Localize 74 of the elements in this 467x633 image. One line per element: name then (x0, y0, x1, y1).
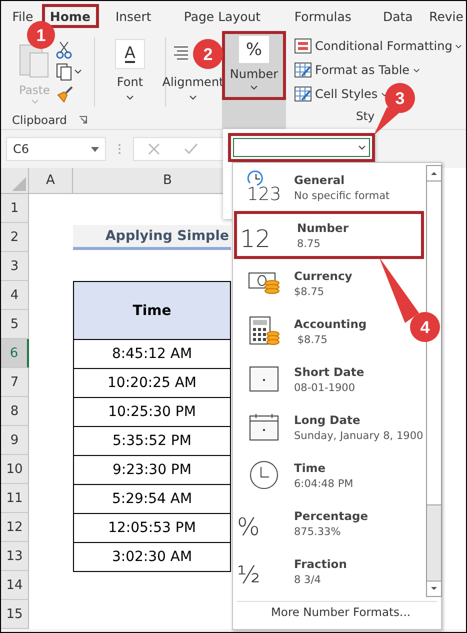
name-box[interactable]: C6 (6, 137, 106, 161)
row-header[interactable]: 2 (1, 223, 29, 252)
table-cell: 5:29:54 AM (73, 484, 231, 513)
brush-icon[interactable] (56, 85, 74, 103)
highlight-rules-icon (294, 38, 312, 54)
table-cell: 5:35:52 PM (73, 426, 231, 455)
table-cell: 10:25:30 PM (73, 397, 231, 426)
percent-icon: % (237, 505, 291, 541)
table-header: Time (73, 281, 231, 339)
caret-icon (358, 145, 366, 150)
sheet-title: Applying Simple (73, 225, 231, 250)
row-header[interactable]: 8 (1, 397, 29, 426)
format-option[interactable]: 12 Number 8.75 (234, 211, 424, 259)
format-option[interactable]: Short Date 08-01-1900 (234, 355, 409, 403)
format-combo-box[interactable] (233, 138, 370, 157)
caret-icon[interactable] (126, 95, 134, 100)
format-option[interactable]: Time 6:04:48 PM (234, 451, 409, 499)
table-style-icon (294, 86, 312, 102)
table-cell: 9:23:30 PM (73, 455, 231, 484)
dialog-launcher-icon[interactable] (78, 116, 87, 124)
row-header[interactable]: 11 (1, 484, 29, 513)
row-header[interactable]: 3 (1, 252, 29, 281)
caret-icon (250, 85, 258, 90)
styles-menu-button[interactable]: Cell Styles (294, 83, 388, 105)
caret-icon (455, 44, 462, 48)
group-label: Sty (356, 109, 375, 123)
more-icon (118, 143, 121, 155)
row-header[interactable]: 13 (1, 542, 29, 571)
row-header[interactable]: 5 (1, 310, 29, 339)
calculator-coins-icon (248, 316, 280, 346)
table-style-icon (294, 62, 312, 78)
number-button[interactable]: % Number (222, 31, 286, 100)
calendar-icon (249, 365, 279, 393)
alignment-button[interactable]: Alignment (162, 75, 224, 89)
group-label: Clipboard (12, 113, 67, 127)
format-option[interactable]: % Percentage 875.33% (234, 499, 409, 547)
row-header[interactable]: 15 (1, 600, 29, 629)
caret-icon (412, 68, 420, 72)
ribbon-tab[interactable]: Formulas (276, 4, 370, 28)
check-icon[interactable] (184, 143, 198, 155)
ribbon-tab[interactable]: Insert (98, 4, 168, 28)
clock-icon (249, 460, 279, 490)
table-cell: 8:45:12 AM (73, 339, 231, 368)
row-header[interactable]: 12 (1, 513, 29, 542)
styles-menu-button[interactable]: Conditional Formatting (294, 35, 462, 57)
callout-badge: 2 (193, 39, 223, 69)
row-header[interactable]: 10 (1, 455, 29, 484)
more-formats-link[interactable]: More Number Formats... (271, 605, 410, 619)
font-icon[interactable]: A (115, 39, 145, 69)
scissors-icon[interactable] (56, 41, 72, 59)
column-header[interactable]: A (29, 168, 73, 194)
calendar-icon (249, 413, 279, 441)
format-option[interactable]: ½ Fraction 8 3/4 (234, 547, 409, 595)
ribbon-tab[interactable]: Page Layout (168, 4, 276, 28)
row-header[interactable]: 4 (1, 281, 29, 310)
font-button[interactable]: Font (116, 75, 144, 89)
table-cell: 10:20:25 AM (73, 368, 231, 397)
copy-icon[interactable] (56, 63, 82, 81)
callout-badge: 1 (27, 21, 55, 49)
fraction-icon: ½ (237, 553, 291, 589)
row-header[interactable]: 14 (1, 571, 29, 600)
table-cell: 12:05:53 PM (73, 513, 231, 542)
caret-icon[interactable] (189, 95, 197, 100)
number-icon: 12 (240, 217, 294, 253)
row-header[interactable]: 6 (1, 339, 29, 368)
row-header[interactable]: 1 (1, 194, 29, 223)
row-header[interactable]: 7 (1, 368, 29, 397)
ribbon-tab[interactable]: Data (369, 4, 427, 28)
format-option[interactable]: Long Date Sunday, January 8, 1900 (234, 403, 426, 451)
styles-menu-button[interactable]: Format as Table (294, 59, 420, 81)
table-cell: 3:02:30 AM (73, 542, 231, 572)
ribbon-tab[interactable]: Revie (426, 4, 466, 28)
row-header[interactable]: 9 (1, 426, 29, 455)
money-coins-icon (248, 270, 280, 296)
